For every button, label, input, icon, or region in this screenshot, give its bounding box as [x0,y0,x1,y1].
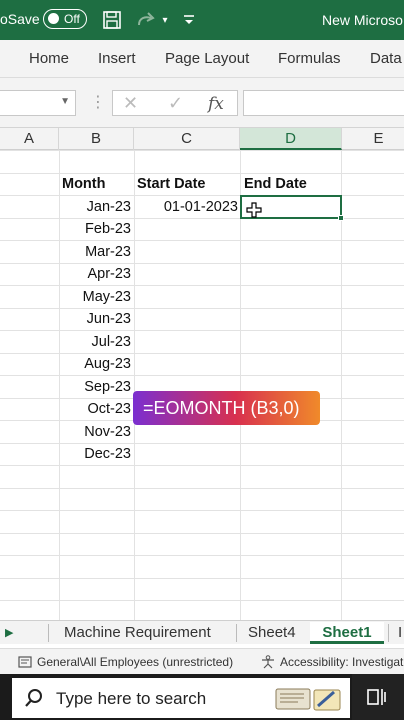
month-cell[interactable]: Jul-23 [59,331,132,353]
grid-line [0,533,404,534]
column-header-a[interactable]: A [0,128,59,150]
month-cell[interactable]: Oct-23 [59,398,131,420]
cell-cursor-icon [246,202,262,218]
month-cell[interactable]: May-23 [59,286,131,308]
worksheet-grid[interactable]: Month Start Date End Date 01-01-2023 Jan… [0,150,404,620]
grid-line [0,488,404,489]
grid-line [0,600,404,601]
toggle-knob [48,13,59,24]
title-bar: oSave Off ▾ New Microso [0,0,404,40]
sheet-tab-next[interactable]: I [398,622,402,644]
column-header-d[interactable]: D [240,128,342,150]
month-cell[interactable]: Apr-23 [59,263,131,285]
sensitivity-label[interactable]: General\All Employees (unrestricted) [37,655,233,669]
task-view-button[interactable] [352,674,404,720]
month-cell[interactable]: Feb-23 [59,218,131,240]
grid-line [0,578,404,579]
name-box[interactable]: ▼ [0,90,76,116]
sheet-tab-sheet1[interactable]: Sheet1 [310,622,384,644]
column-header-c[interactable]: C [134,128,240,150]
accessibility-icon[interactable] [260,655,276,672]
tab-insert[interactable]: Insert [98,50,136,67]
month-cell[interactable]: Jun-23 [59,308,131,330]
name-box-dropdown-icon[interactable]: ▼ [60,96,70,107]
month-cell[interactable]: Dec-23 [59,443,131,465]
header-end-date[interactable]: End Date [244,173,307,195]
start-date-cell[interactable]: 01-01-2023 [134,196,238,218]
sheet-tab-sheet4[interactable]: Sheet4 [248,622,296,644]
search-icon [25,689,42,707]
grid-line [134,150,135,620]
sheet-tab-bar: ▶ Machine Requirement Sheet4 Sheet1 I [0,620,404,644]
grid-line [240,150,241,620]
search-placeholder: Type here to search [56,689,207,708]
month-cell[interactable]: Aug-23 [59,353,131,375]
redo-icon[interactable] [134,8,158,32]
search-highlight-icon [275,688,341,711]
grid-line [0,150,404,151]
header-month[interactable]: Month [62,173,105,195]
sheet-tab-machine-requirement[interactable]: Machine Requirement [64,622,211,644]
cancel-icon[interactable]: ✕ [123,93,138,114]
column-header-b[interactable]: B [59,128,134,150]
task-view-icon [367,689,386,705]
sheet-nav-next-icon[interactable]: ▶ [5,626,13,639]
tab-page-layout[interactable]: Page Layout [165,50,249,67]
tab-data[interactable]: Data [370,50,402,67]
status-bar: General\All Employees (unrestricted) Acc… [0,648,404,674]
autosave-toggle[interactable]: Off [43,9,87,29]
grid-line [0,510,404,511]
sheet-tab-separator [388,624,389,642]
tab-home[interactable]: Home [29,50,69,67]
formula-input[interactable] [243,90,404,116]
autosave-state: Off [64,12,80,26]
formula-buttons: ✕ ✓ fx [112,90,238,116]
redo-dropdown-icon[interactable]: ▾ [158,8,172,32]
month-cell[interactable]: Sep-23 [59,376,131,398]
column-headers: A B C D E [0,128,404,150]
formula-bar-grip-icon: ⋮ [90,94,106,111]
windows-taskbar: Type here to search [0,674,404,720]
tab-formulas[interactable]: Formulas [278,50,341,67]
insert-function-icon[interactable]: fx [208,94,224,114]
header-start-date[interactable]: Start Date [137,173,206,195]
ribbon-tabs: Home Insert Page Layout Formulas Data [0,40,404,78]
save-icon[interactable] [100,8,124,32]
sheet-tab-separator [48,624,49,642]
formula-bar-area: ▼ ⋮ ✕ ✓ fx [0,78,404,128]
sheet-tab-separator [236,624,237,642]
month-cell[interactable]: Jan-23 [59,196,131,218]
sensitivity-icon[interactable] [18,655,32,672]
customize-toolbar-icon[interactable] [180,8,198,32]
document-title: New Microso [322,12,403,28]
autosave-label: oSave [0,11,40,27]
grid-line [0,465,404,466]
formula-overlay: =EOMONTH (B3,0) [133,391,320,425]
enter-icon[interactable]: ✓ [168,93,183,114]
month-cell[interactable]: Mar-23 [59,241,131,263]
grid-line [0,555,404,556]
taskbar-search-box[interactable]: Type here to search [12,678,350,718]
column-header-e[interactable]: E [342,128,404,150]
accessibility-status[interactable]: Accessibility: Investigat [280,655,403,669]
month-cell[interactable]: Nov-23 [59,421,131,443]
fill-handle[interactable] [338,215,344,221]
